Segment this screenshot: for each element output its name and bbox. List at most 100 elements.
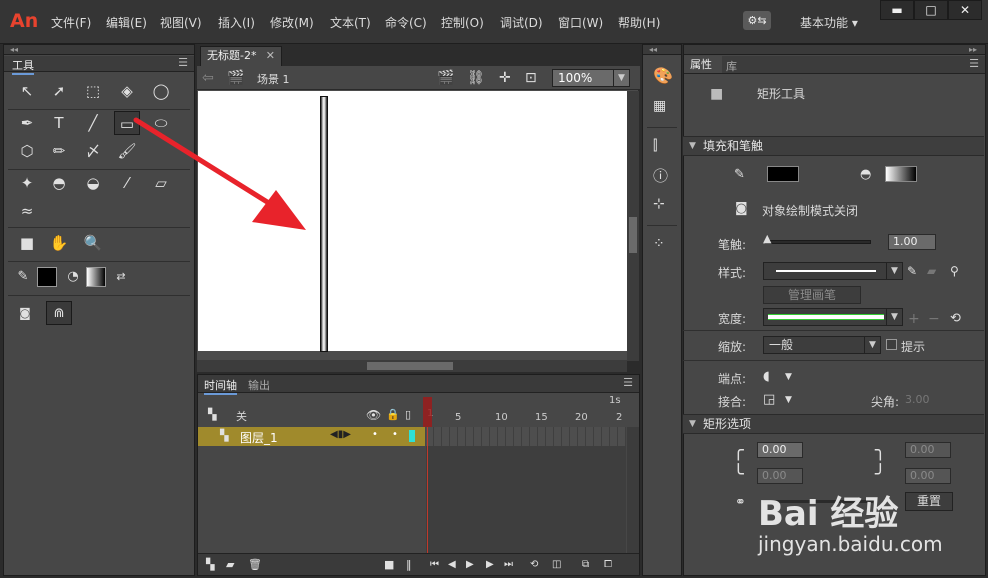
zoom-select[interactable]: 100% ▼: [552, 69, 630, 87]
stage-horizontal-scrollbar[interactable]: [197, 360, 627, 372]
layer-name[interactable]: 图层_1: [240, 429, 278, 446]
section-fill-stroke[interactable]: 填充和笔触: [683, 136, 984, 156]
bone-tool-icon[interactable]: ✦: [14, 171, 40, 195]
text-tool-icon[interactable]: T: [46, 111, 72, 135]
hint-checkbox[interactable]: [886, 339, 897, 350]
panel-menu-icon[interactable]: ☰: [969, 57, 979, 70]
swap-colors-icon[interactable]: ⇄: [108, 265, 134, 289]
minimize-button[interactable]: ▬: [880, 0, 914, 20]
color-palette-icon[interactable]: 🎨: [653, 67, 673, 85]
pen-tool-icon[interactable]: ✒: [14, 111, 40, 135]
document-tab[interactable]: 无标题-2* ✕: [200, 46, 282, 66]
lasso-tool-icon[interactable]: ◯: [148, 79, 174, 103]
close-button[interactable]: ✕: [948, 0, 982, 20]
stage-vertical-scrollbar[interactable]: [627, 91, 639, 361]
stroke-color-icon[interactable]: ✎: [10, 265, 36, 289]
section-rectangle-options[interactable]: 矩形选项: [683, 414, 984, 434]
onion-skin-icon[interactable]: ◫: [552, 556, 561, 574]
paint-bucket-tool-icon[interactable]: ◓: [46, 171, 72, 195]
stroke-color-swatch[interactable]: [37, 267, 57, 287]
play-icon[interactable]: ▶: [466, 556, 474, 574]
align-icon[interactable]: ⫿: [653, 137, 657, 155]
frame-strip[interactable]: [426, 427, 626, 446]
menu-window[interactable]: 窗口(W): [558, 14, 603, 31]
tab-library[interactable]: 库: [726, 58, 737, 74]
art-brush-icon[interactable]: ⚲: [950, 262, 959, 280]
camera-icon[interactable]: ■: [384, 556, 394, 574]
selection-tool-icon[interactable]: ↖: [14, 79, 40, 103]
back-arrow-icon[interactable]: ⇦: [202, 69, 214, 87]
clip-stage-icon[interactable]: ⊡: [525, 69, 537, 87]
scroll-thumb[interactable]: [367, 362, 453, 370]
corner-radius-br-field[interactable]: 0.00: [905, 468, 951, 484]
object-drawing-icon[interactable]: ◙: [12, 301, 38, 325]
link-corners-icon[interactable]: ⚭: [735, 494, 746, 512]
maximize-button[interactable]: □: [914, 0, 948, 20]
fill-color-swatch[interactable]: [885, 166, 917, 182]
panel-collapse-icon[interactable]: ◂◂: [4, 45, 194, 55]
next-frame-icon[interactable]: ▶: [486, 556, 494, 574]
layer-row[interactable]: ▚ 图层_1 ◀▮▶ • •: [198, 427, 425, 446]
stroke-style-select[interactable]: ▼: [763, 262, 903, 280]
join-dropdown-icon[interactable]: ▼: [785, 391, 792, 409]
scroll-thumb[interactable]: [629, 217, 637, 253]
fill-color-icon[interactable]: ◔: [60, 265, 86, 289]
menu-insert[interactable]: 插入(I): [218, 14, 255, 31]
fill-color-swatch[interactable]: [86, 267, 106, 287]
edit-scene-icon[interactable]: 🎬: [437, 69, 454, 87]
transform-icon[interactable]: ⊹: [653, 195, 665, 213]
panel-collapse-icon[interactable]: ◂◂: [643, 45, 681, 55]
reset-width-icon[interactable]: ⟲: [950, 310, 961, 328]
menu-modify[interactable]: 修改(M): [270, 14, 314, 31]
playhead-handle[interactable]: [423, 397, 432, 427]
reset-button[interactable]: 重置: [905, 492, 953, 511]
pencil-tool-icon[interactable]: ✏: [46, 139, 72, 163]
workspace-switcher[interactable]: 基本功能 ▾: [800, 14, 858, 31]
tab-tools[interactable]: 工具: [12, 57, 34, 75]
menu-edit[interactable]: 编辑(E): [106, 14, 147, 31]
object-drawing-mode-icon[interactable]: ◙: [735, 200, 748, 218]
width-tool-icon[interactable]: ≈: [14, 199, 40, 223]
eye-icon[interactable]: 👁: [366, 406, 381, 424]
tab-properties[interactable]: 属性: [684, 56, 722, 73]
swatches-icon[interactable]: ▦: [653, 97, 666, 115]
info-icon[interactable]: ⓘ: [653, 167, 668, 185]
camera-tool-icon[interactable]: ■: [14, 231, 40, 255]
components-icon[interactable]: ⁘: [653, 235, 665, 253]
menu-debug[interactable]: 调试(D): [500, 14, 543, 31]
edit-stroke-style-icon[interactable]: ✎: [907, 262, 917, 280]
zoom-tool-icon[interactable]: 🔍: [80, 231, 106, 255]
panel-menu-icon[interactable]: ☰: [623, 376, 633, 389]
menu-help[interactable]: 帮助(H): [618, 14, 660, 31]
panel-menu-icon[interactable]: ☰: [178, 56, 188, 69]
keyframe-nav-icon[interactable]: ◀▮▶: [330, 429, 351, 440]
menu-control[interactable]: 控制(O): [441, 14, 484, 31]
brush-tool-icon[interactable]: 〆: [80, 139, 106, 163]
snap-to-objects-icon[interactable]: ⋒: [46, 301, 72, 325]
menu-view[interactable]: 视图(V): [160, 14, 202, 31]
line-tool-icon[interactable]: ╱: [80, 111, 106, 135]
menu-file[interactable]: 文件(F): [51, 14, 91, 31]
corner-radius-tr-field[interactable]: 0.00: [905, 442, 951, 458]
join-round-icon[interactable]: ◲: [763, 391, 775, 409]
delete-layer-icon[interactable]: 🗑: [248, 556, 262, 574]
new-layer-icon[interactable]: ▚: [206, 556, 214, 574]
tab-timeline[interactable]: 时间轴: [204, 377, 237, 395]
brush-library-icon[interactable]: ▰: [927, 262, 936, 280]
outline-icon[interactable]: ▯: [405, 406, 411, 424]
width-profile-select[interactable]: ▼: [763, 308, 903, 326]
layer-visibility-dot[interactable]: •: [372, 429, 378, 440]
layer-outline-color[interactable]: [409, 430, 415, 442]
prev-frame-icon[interactable]: ◀: [448, 556, 456, 574]
stroke-color-swatch[interactable]: [767, 166, 799, 182]
menu-commands[interactable]: 命令(C): [385, 14, 427, 31]
corner-radius-tl-field[interactable]: 0.00: [757, 442, 803, 458]
stroke-slider-thumb[interactable]: ▲: [763, 232, 771, 245]
scale-select[interactable]: 一般 ▼: [763, 336, 881, 354]
polystar-tool-icon[interactable]: ⬡: [14, 139, 40, 163]
hand-tool-icon[interactable]: ✋: [46, 231, 72, 255]
subselection-tool-icon[interactable]: ➚: [46, 79, 72, 103]
last-frame-icon[interactable]: ⏭: [504, 556, 513, 574]
remove-width-icon[interactable]: −: [928, 310, 940, 328]
sync-settings-button[interactable]: ⚙⇆: [743, 11, 771, 30]
